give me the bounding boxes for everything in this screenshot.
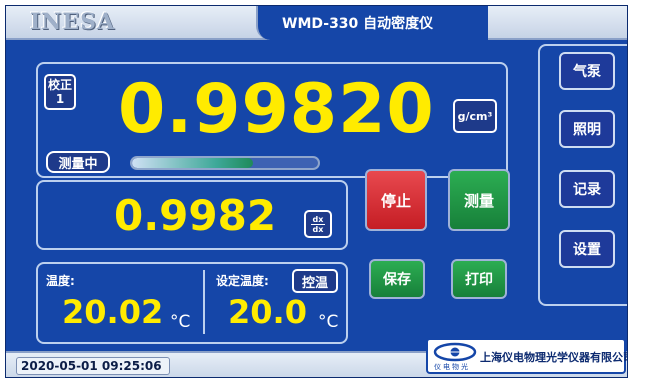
temperature-control-label: 控温	[301, 275, 328, 291]
company-logo-text: 仪电物光	[434, 363, 470, 371]
sidebar-item-lighting[interactable]: 照明	[559, 110, 615, 148]
sidebar-item-label: 气泵	[573, 64, 601, 80]
measuring-status-badge: 测量中	[46, 151, 110, 173]
calibration-label: 校正 1	[47, 78, 72, 106]
company-badge: 仪电物光 上海仪电物理光学仪器有限公司	[426, 338, 628, 374]
derivative-button[interactable]: dx dx	[304, 210, 332, 238]
device-title: WMD-330 自动密度仪	[282, 16, 434, 32]
set-temperature-unit: °C	[318, 312, 339, 332]
sidebar-item-settings[interactable]: 设置	[559, 230, 615, 268]
derivative-top: dx	[310, 214, 326, 225]
density-value: 0.99820	[118, 70, 435, 149]
print-button[interactable]: 打印	[451, 259, 507, 299]
sidebar-item-label: 设置	[573, 242, 601, 258]
stop-label: 停止	[380, 191, 411, 210]
print-label: 打印	[465, 272, 493, 288]
measure-label: 测量	[463, 191, 494, 210]
set-temperature-value: 20.0	[228, 293, 307, 331]
stop-button[interactable]: 停止	[365, 169, 427, 231]
sidebar-item-records[interactable]: 记录	[559, 170, 615, 208]
temperature-unit: °C	[170, 312, 191, 332]
temperature-divider	[203, 270, 205, 334]
title-tab: WMD-330 自动密度仪	[256, 6, 488, 40]
measure-progress-bar	[130, 156, 320, 170]
save-button[interactable]: 保存	[369, 259, 425, 299]
datetime-display: 2020-05-01 09:25:06	[16, 357, 170, 375]
instrument-screen: INESA WMD-330 自动密度仪 校正 1 0.99820 g/cm³ 测…	[5, 5, 628, 378]
temperature-label: 温度:	[46, 274, 75, 288]
set-temperature-label: 设定温度:	[216, 274, 269, 288]
brand-logo: INESA	[30, 9, 116, 35]
temperature-value: 20.02	[62, 293, 164, 331]
measuring-status-text: 测量中	[58, 156, 98, 172]
sidebar-item-air-pump[interactable]: 气泵	[559, 52, 615, 90]
company-name: 上海仪电物理光学仪器有限公司	[480, 351, 628, 364]
unit-label: g/cm³	[457, 109, 493, 123]
derivative-bottom: dx	[312, 224, 324, 234]
sidebar-item-label: 记录	[573, 182, 601, 198]
secondary-value: 0.9982	[114, 191, 277, 240]
progress-fill	[132, 158, 253, 168]
save-label: 保存	[383, 272, 411, 288]
unit-button[interactable]: g/cm³	[453, 99, 497, 133]
calibration-button[interactable]: 校正 1	[44, 74, 76, 110]
temperature-control-button[interactable]: 控温	[292, 269, 338, 293]
sidebar-item-label: 照明	[573, 122, 601, 138]
measure-button[interactable]: 测量	[448, 169, 510, 231]
